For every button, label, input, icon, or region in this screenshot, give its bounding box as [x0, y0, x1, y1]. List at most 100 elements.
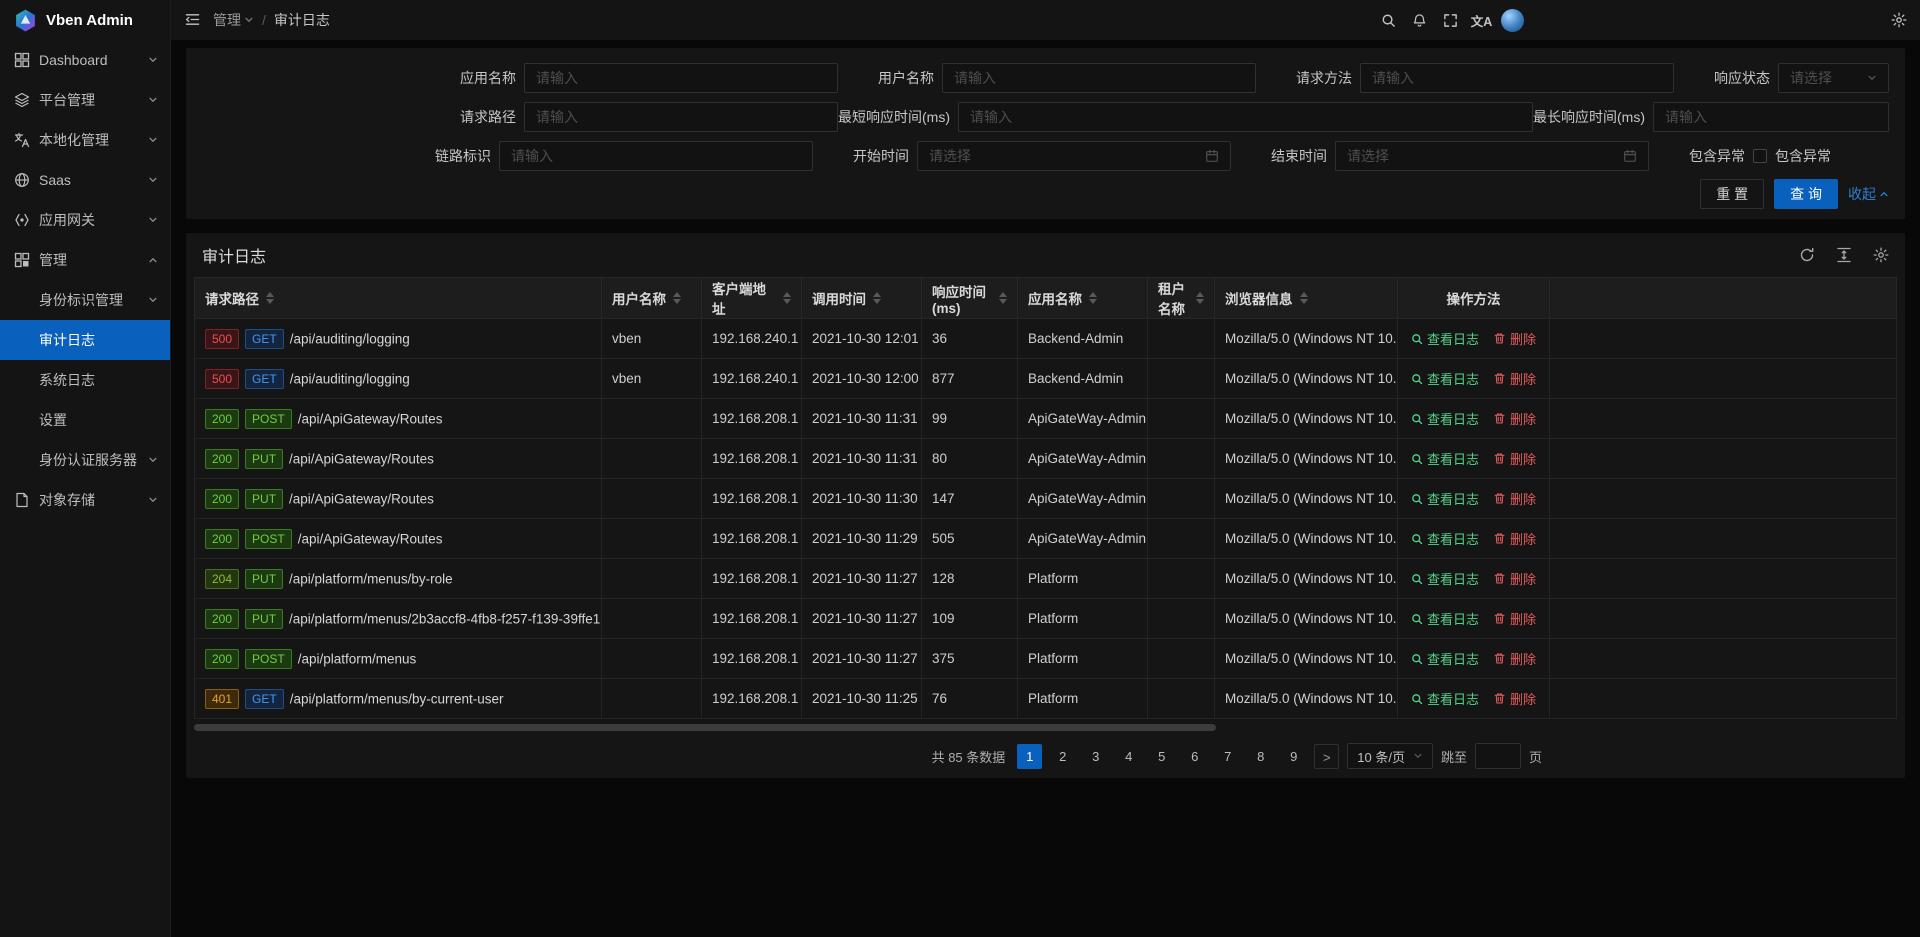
- select-placeholder: 请选择: [1790, 68, 1867, 88]
- column-settings-gear-icon[interactable]: [1873, 247, 1889, 263]
- field-label: 链路标识: [395, 146, 499, 166]
- delete-link[interactable]: 删除: [1493, 369, 1536, 388]
- max-response-time-input[interactable]: [1653, 102, 1889, 132]
- page-1[interactable]: 1: [1017, 744, 1042, 769]
- sidebar-item-object-storage[interactable]: 对象存储: [0, 480, 170, 520]
- column-header-time[interactable]: 调用时间: [802, 278, 922, 319]
- horizontal-scrollbar-thumb[interactable]: [194, 724, 1216, 731]
- delete-link[interactable]: 删除: [1493, 689, 1536, 708]
- breadcrumb-parent[interactable]: 管理: [213, 10, 254, 30]
- sidebar-item-identity[interactable]: 身份标识管理: [0, 280, 170, 320]
- app-name-input[interactable]: [524, 63, 838, 93]
- sidebar-item-saas[interactable]: Saas: [0, 160, 170, 200]
- cell-user: [602, 479, 702, 519]
- column-header-path[interactable]: 请求路径: [195, 278, 602, 319]
- view-log-link[interactable]: 查看日志: [1411, 489, 1479, 508]
- column-label: 请求路径: [205, 288, 259, 308]
- view-log-link[interactable]: 查看日志: [1411, 409, 1479, 428]
- view-log-link[interactable]: 查看日志: [1411, 569, 1479, 588]
- column-header-tenant[interactable]: 租户名称: [1148, 278, 1215, 319]
- translate-icon[interactable]: 文A: [1466, 0, 1497, 40]
- page-size-select[interactable]: 10 条/页: [1347, 743, 1433, 769]
- page-9[interactable]: 9: [1281, 744, 1306, 769]
- settings-gear-icon[interactable]: [1883, 0, 1914, 40]
- field-label: 应用名称: [420, 68, 524, 88]
- trash-icon: [1493, 372, 1506, 385]
- delete-link[interactable]: 删除: [1493, 329, 1536, 348]
- sidebar-item-auth-server[interactable]: 身份认证服务器: [0, 440, 170, 480]
- page-8[interactable]: 8: [1248, 744, 1273, 769]
- reset-button[interactable]: 重 置: [1700, 179, 1764, 209]
- method-tag: POST: [245, 649, 292, 669]
- sidebar-item-localization[interactable]: 本地化管理: [0, 120, 170, 160]
- field-label: 包含异常: [1649, 146, 1753, 166]
- column-header-browser[interactable]: 浏览器信息: [1215, 278, 1398, 319]
- sidebar-item-platform[interactable]: 平台管理: [0, 80, 170, 120]
- delete-link[interactable]: 删除: [1493, 529, 1536, 548]
- search-icon[interactable]: [1373, 0, 1404, 40]
- delete-link[interactable]: 删除: [1493, 449, 1536, 468]
- sidebar-item-audit-log[interactable]: 审计日志: [0, 320, 170, 360]
- bell-icon[interactable]: [1404, 0, 1435, 40]
- column-header-user[interactable]: 用户名称: [602, 278, 702, 319]
- column-header-client-ip[interactable]: 客户端地址: [702, 278, 802, 319]
- cell-browser: Mozilla/5.0 (Windows NT 10.0; Win: [1215, 319, 1398, 359]
- view-log-link[interactable]: 查看日志: [1411, 689, 1479, 708]
- delete-link[interactable]: 删除: [1493, 489, 1536, 508]
- page-4[interactable]: 4: [1116, 744, 1141, 769]
- cell-response-ms: 877: [922, 359, 1018, 399]
- breadcrumb-separator: /: [262, 12, 266, 28]
- cell-time: 2021-10-30 11:27: [802, 639, 922, 679]
- user-name-input[interactable]: [942, 63, 1256, 93]
- sidebar-item-gateway[interactable]: 应用网关: [0, 200, 170, 240]
- page-6[interactable]: 6: [1182, 744, 1207, 769]
- checkbox-label: 包含异常: [1775, 146, 1831, 166]
- column-label: 调用时间: [812, 288, 866, 308]
- page-3[interactable]: 3: [1083, 744, 1108, 769]
- chevron-down-icon: [148, 95, 158, 105]
- view-log-link[interactable]: 查看日志: [1411, 609, 1479, 628]
- cell-client-ip: 192.168.208.1: [702, 519, 802, 559]
- request-path-input[interactable]: [524, 102, 838, 132]
- sidebar-item-dashboard[interactable]: Dashboard: [0, 40, 170, 80]
- column-header-response-ms[interactable]: 响应时间(ms): [922, 278, 1018, 319]
- sidebar-item-settings[interactable]: 设置: [0, 400, 170, 440]
- app-logo[interactable]: Vben Admin: [0, 0, 170, 40]
- view-log-link[interactable]: 查看日志: [1411, 449, 1479, 468]
- sidebar-item-manage[interactable]: 管理: [0, 240, 170, 280]
- sidebar-menu: Dashboard平台管理本地化管理Saas应用网关管理身份标识管理审计日志系统…: [0, 40, 170, 937]
- response-status-select[interactable]: 请选择: [1778, 63, 1889, 93]
- jump-page-input[interactable]: [1475, 743, 1521, 769]
- trace-id-input[interactable]: [499, 141, 813, 171]
- view-log-link[interactable]: 查看日志: [1411, 369, 1479, 388]
- end-time-datepicker[interactable]: 请选择: [1335, 141, 1649, 171]
- query-button[interactable]: 查 询: [1774, 179, 1838, 209]
- delete-link[interactable]: 删除: [1493, 569, 1536, 588]
- refresh-icon[interactable]: [1799, 247, 1815, 263]
- menu-fold-icon[interactable]: [171, 0, 213, 40]
- avatar[interactable]: [1497, 0, 1528, 40]
- delete-link[interactable]: 删除: [1493, 609, 1536, 628]
- column-header-app-name[interactable]: 应用名称: [1018, 278, 1148, 319]
- fullscreen-icon[interactable]: [1435, 0, 1466, 40]
- sidebar-item-system-log[interactable]: 系统日志: [0, 360, 170, 400]
- view-log-link[interactable]: 查看日志: [1411, 649, 1479, 668]
- next-page-button[interactable]: >: [1314, 744, 1339, 769]
- cell-user: [602, 639, 702, 679]
- row-height-icon[interactable]: [1836, 247, 1852, 263]
- page-5[interactable]: 5: [1149, 744, 1174, 769]
- include-exception-checkbox[interactable]: [1753, 149, 1767, 163]
- delete-link[interactable]: 删除: [1493, 649, 1536, 668]
- view-log-link[interactable]: 查看日志: [1411, 529, 1479, 548]
- search-form: 应用名称用户名称请求方法响应状态请选择请求路径最短响应时间(ms)最长响应时间(…: [202, 63, 1889, 171]
- collapse-link[interactable]: 收起: [1848, 184, 1889, 204]
- cell-app-name: ApiGateWay-Admin: [1018, 519, 1148, 559]
- min-response-time-input[interactable]: [958, 102, 1533, 132]
- page-2[interactable]: 2: [1050, 744, 1075, 769]
- view-log-link[interactable]: 查看日志: [1411, 329, 1479, 348]
- request-method-input[interactable]: [1360, 63, 1674, 93]
- column-header-actions: 操作方法: [1398, 278, 1550, 319]
- delete-link[interactable]: 删除: [1493, 409, 1536, 428]
- start-time-datepicker[interactable]: 请选择: [917, 141, 1231, 171]
- page-7[interactable]: 7: [1215, 744, 1240, 769]
